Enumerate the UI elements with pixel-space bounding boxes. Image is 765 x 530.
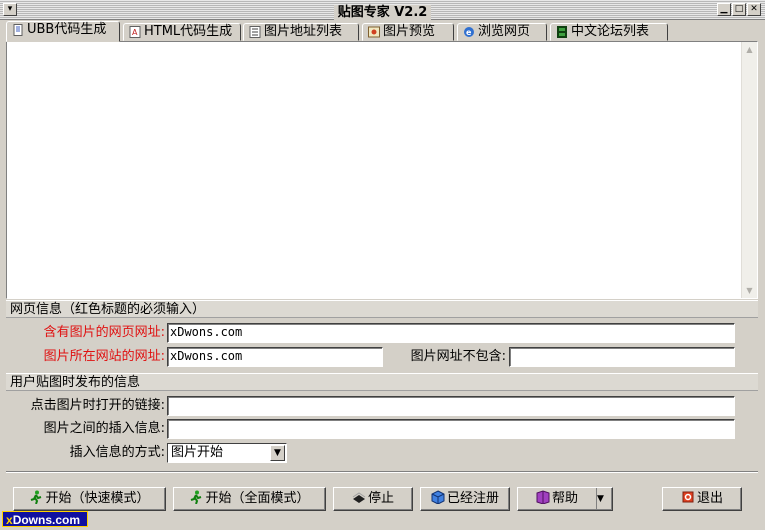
exit-icon: [682, 491, 694, 503]
help-dropdown-arrow[interactable]: ▼: [596, 488, 612, 510]
svg-text:e: e: [466, 28, 472, 37]
html-icon: A: [129, 26, 141, 38]
vertical-scrollbar[interactable]: ▲ ▼: [741, 42, 757, 298]
svg-text:A: A: [132, 28, 138, 37]
document-icon: [13, 24, 23, 36]
list-icon: [249, 26, 261, 38]
help-button[interactable]: 帮助 ▼: [517, 487, 613, 511]
title-bar: ▾ 贴图专家 V2.2 ▁ □ ✕: [0, 0, 765, 20]
chevron-down-icon[interactable]: ▼: [270, 445, 285, 461]
xdowns-watermark: xDowns.com: [2, 511, 88, 527]
tab-browse-web[interactable]: e 浏览网页: [457, 23, 547, 41]
start-full-button[interactable]: 开始（全面模式）: [173, 487, 326, 511]
film-icon: [557, 26, 567, 38]
click-link-input[interactable]: [167, 396, 735, 416]
exclude-url-input[interactable]: [509, 347, 735, 367]
scroll-down-icon[interactable]: ▼: [742, 283, 757, 298]
site-url-label: 图片所在网站的网址:: [43, 349, 165, 364]
window-title: 贴图专家 V2.2: [333, 5, 432, 20]
tab-ubb-code[interactable]: UBB代码生成: [6, 21, 120, 42]
minimize-button[interactable]: ▁: [717, 3, 731, 16]
exit-button[interactable]: 退出: [662, 487, 742, 511]
insert-mode-value: 图片开始: [171, 445, 224, 460]
insert-info-label: 图片之间的插入信息:: [43, 421, 165, 436]
divider: [6, 471, 758, 473]
tab-image-preview[interactable]: 图片预览: [362, 23, 454, 41]
click-link-label: 点击图片时打开的链接:: [30, 398, 165, 413]
tab-html-code[interactable]: A HTML代码生成: [123, 23, 241, 41]
stop-button[interactable]: 停止: [333, 487, 413, 511]
maximize-button[interactable]: □: [732, 3, 746, 16]
stop-icon: [352, 492, 366, 503]
registered-button[interactable]: 已经注册: [420, 487, 510, 511]
code-output-textarea[interactable]: ▲ ▼: [6, 41, 758, 299]
cube-icon: [431, 490, 445, 504]
insert-mode-select[interactable]: 图片开始 ▼: [167, 443, 287, 463]
picture-icon: [368, 26, 380, 38]
close-button[interactable]: ✕: [747, 3, 761, 16]
exclude-url-label: 图片网址不包含:: [410, 349, 506, 364]
start-fast-button[interactable]: 开始（快速模式）: [13, 487, 166, 511]
tab-image-url-list[interactable]: 图片地址列表: [243, 23, 359, 41]
post-info-header: 用户贴图时发布的信息: [6, 373, 758, 391]
page-url-label: 含有图片的网页网址:: [43, 325, 165, 340]
ie-icon: e: [464, 27, 474, 37]
runner-icon: [191, 490, 202, 504]
insert-info-input[interactable]: [167, 419, 735, 439]
page-url-input[interactable]: xDwons.com: [167, 323, 735, 343]
web-info-header: 网页信息（红色标题的必须输入）: [6, 300, 758, 318]
site-url-input[interactable]: xDwons.com: [167, 347, 383, 367]
runner-icon: [31, 490, 42, 504]
insert-mode-label: 插入信息的方式:: [69, 445, 165, 460]
tab-forum-list[interactable]: 中文论坛列表: [550, 23, 668, 41]
scroll-up-icon[interactable]: ▲: [742, 42, 757, 57]
help-book-icon: [536, 490, 550, 504]
